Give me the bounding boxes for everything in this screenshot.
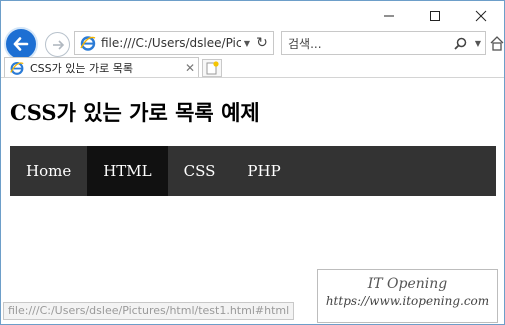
watermark-name: IT Opening bbox=[367, 276, 448, 292]
horizontal-menu: Home HTML CSS PHP bbox=[10, 146, 496, 196]
new-tab-icon bbox=[206, 61, 219, 75]
menu-item-home[interactable]: Home bbox=[10, 146, 87, 196]
maximize-icon bbox=[430, 11, 440, 21]
menu-item-css[interactable]: CSS bbox=[168, 146, 232, 196]
address-url: file:///C:/Users/dslee/Pictu bbox=[101, 36, 241, 50]
tab-strip-divider bbox=[1, 77, 504, 78]
watermark: IT Opening https://www.itopening.com bbox=[317, 269, 498, 323]
refresh-icon[interactable]: ↻ bbox=[253, 33, 271, 53]
address-dropdown-icon[interactable]: ▼ bbox=[241, 33, 253, 53]
search-placeholder: 검색... bbox=[288, 36, 322, 51]
forward-button[interactable] bbox=[45, 32, 70, 57]
status-bar-url: file:///C:/Users/dslee/Pictures/html/tes… bbox=[3, 302, 295, 320]
back-button[interactable] bbox=[4, 27, 38, 61]
search-icon[interactable] bbox=[449, 37, 471, 50]
search-dropdown-icon[interactable]: ▼ bbox=[471, 39, 485, 48]
ie-page-icon bbox=[80, 36, 96, 51]
page-content: CSS가 있는 가로 목록 예제 Home HTML CSS PHP IT Op… bbox=[1, 79, 504, 324]
arrow-right-icon bbox=[52, 39, 64, 50]
tab-active[interactable]: CSS가 있는 가로 목록 ✕ bbox=[4, 57, 199, 78]
tab-close-icon[interactable]: ✕ bbox=[182, 61, 198, 75]
ie-tab-icon bbox=[10, 62, 24, 75]
menu-item-html[interactable]: HTML bbox=[87, 146, 168, 196]
navigation-bar: file:///C:/Users/dslee/Pictu ▼ ↻ 검색... ▼ bbox=[1, 27, 504, 61]
search-box[interactable]: 검색... ▼ bbox=[281, 31, 486, 55]
tab-strip: CSS가 있는 가로 목록 ✕ bbox=[1, 57, 504, 79]
arrow-left-icon bbox=[13, 37, 29, 51]
address-bar[interactable]: file:///C:/Users/dslee/Pictu ▼ ↻ bbox=[74, 31, 274, 55]
page-title: CSS가 있는 가로 목록 예제 bbox=[10, 100, 260, 125]
browser-window: file:///C:/Users/dslee/Pictu ▼ ↻ 검색... ▼… bbox=[0, 0, 505, 325]
minimize-icon bbox=[384, 15, 394, 17]
watermark-url: https://www.itopening.com bbox=[325, 294, 490, 308]
menu-item-php[interactable]: PHP bbox=[231, 146, 296, 196]
new-tab-button[interactable] bbox=[202, 59, 222, 77]
close-icon bbox=[475, 10, 487, 22]
home-icon[interactable] bbox=[490, 35, 504, 51]
tab-title: CSS가 있는 가로 목록 bbox=[30, 62, 133, 75]
